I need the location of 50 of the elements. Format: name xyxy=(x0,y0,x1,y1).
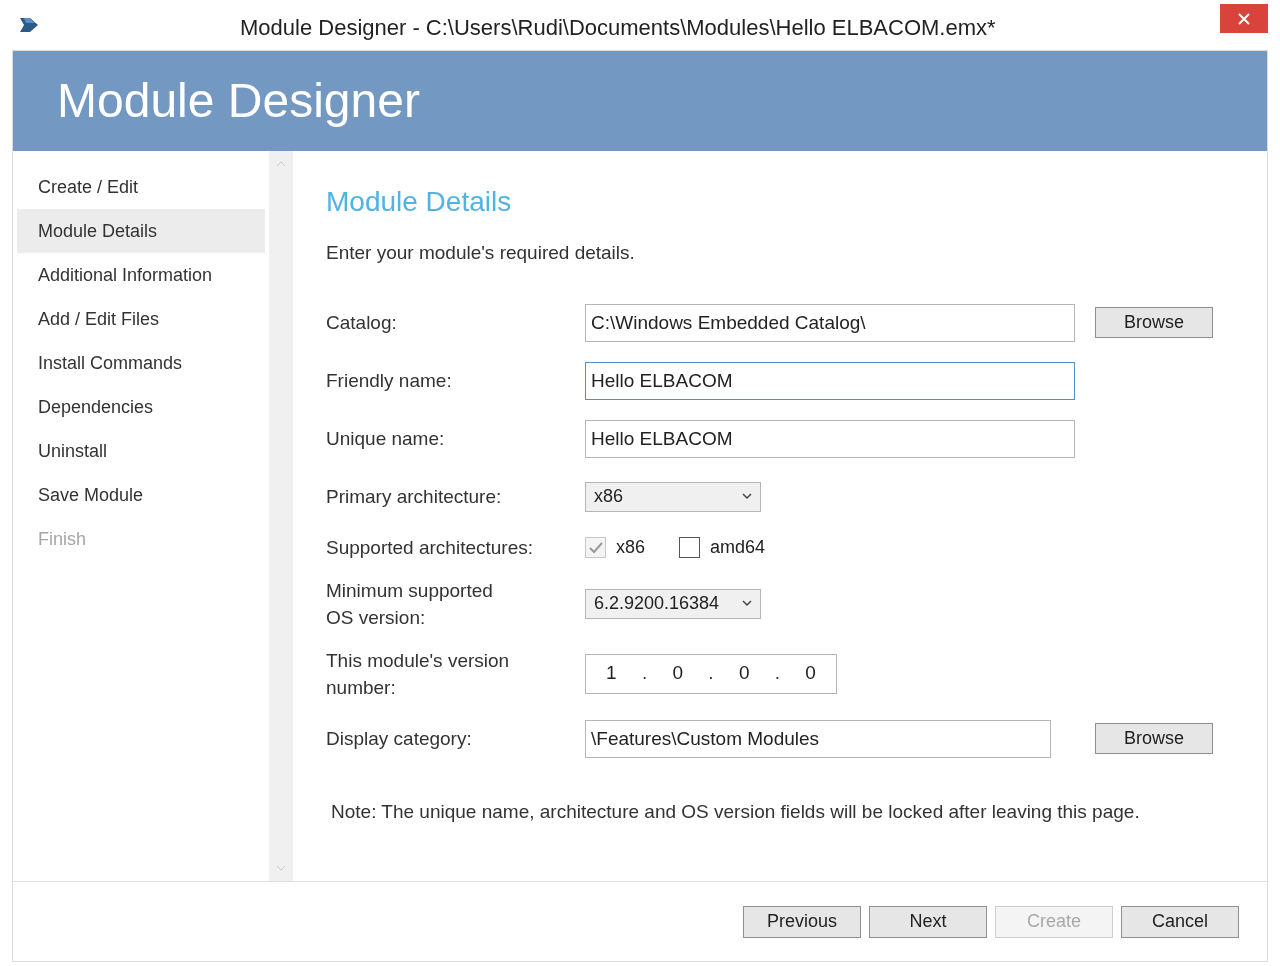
text-field[interactable]: Hello ELBACOM xyxy=(585,361,1075,400)
chevron-down-icon xyxy=(742,600,752,607)
sidebar-item[interactable]: Create / Edit xyxy=(17,165,265,209)
text-field[interactable]: \Features\Custom Modules xyxy=(585,719,1051,758)
sidebar-item[interactable]: Dependencies xyxy=(17,385,265,429)
version-separator: . xyxy=(708,661,714,686)
sidebar-item[interactable]: Install Commands xyxy=(17,341,265,385)
sidebar-item[interactable]: Uninstall xyxy=(17,429,265,473)
chevron-down-icon xyxy=(742,493,752,500)
sidebar-item[interactable]: Save Module xyxy=(17,473,265,517)
footer-button[interactable]: Next xyxy=(869,905,987,938)
dropdown[interactable]: 6.2.9200.16384 xyxy=(585,588,761,619)
close-icon xyxy=(1238,12,1250,25)
field-label: Display category: xyxy=(326,727,473,751)
field-label: Friendly name: xyxy=(326,369,453,393)
sidebar-item[interactable]: Additional Information xyxy=(17,253,265,297)
version-part: 0 xyxy=(738,661,750,686)
version-field[interactable]: 1 . 0 . 0 . 0 xyxy=(585,653,837,694)
field-label: Unique name: xyxy=(326,427,446,451)
browse-button[interactable]: Browse xyxy=(1095,307,1213,338)
version-separator: . xyxy=(641,661,648,686)
sidebar-item[interactable]: Module Details xyxy=(17,209,265,253)
close-button[interactable] xyxy=(1220,4,1268,33)
note-text: Note: The unique name, architecture and OS version fields will be locked after leaving this page. xyxy=(331,799,1141,824)
field-label: Supported architectures: xyxy=(326,536,534,560)
field-label: Catalog: xyxy=(326,311,398,335)
text-field[interactable]: C:\Windows Embedded Catalog\ xyxy=(585,303,1075,342)
checkbox-label: amd64 xyxy=(710,536,766,559)
scroll-down-icon xyxy=(276,865,286,871)
window-title: Module Designer - C:\Users\Rudi\Documents\Modules\Hello ELBACOM.emx* xyxy=(240,14,996,42)
checkbox-label: x86 xyxy=(616,536,646,559)
footer-button[interactable]: Cancel xyxy=(1121,905,1239,938)
field-label: Minimum supported OS version: xyxy=(326,578,494,630)
checkbox[interactable] xyxy=(679,537,701,558)
browse-button[interactable]: Browse xyxy=(1095,723,1213,754)
version-part: 0 xyxy=(805,661,816,686)
footer-button[interactable]: Previous xyxy=(743,905,861,938)
text-field[interactable]: Hello ELBACOM xyxy=(585,419,1075,458)
intro-text: Enter your module's required details. xyxy=(326,241,636,265)
field-label: Primary architecture: xyxy=(326,485,503,509)
dropdown[interactable]: x86 xyxy=(585,481,761,512)
version-part: 0 xyxy=(672,661,684,686)
version-separator: . xyxy=(774,661,781,686)
sidebar-item[interactable]: Add / Edit Files xyxy=(17,297,265,341)
version-part: 1 xyxy=(606,661,617,686)
field-label: This module's version number: xyxy=(326,648,511,700)
scroll-up-icon xyxy=(276,161,286,167)
header-title: Module Designer xyxy=(57,73,420,129)
section-heading: Module Details xyxy=(326,185,513,219)
checkmark-icon xyxy=(587,540,604,555)
